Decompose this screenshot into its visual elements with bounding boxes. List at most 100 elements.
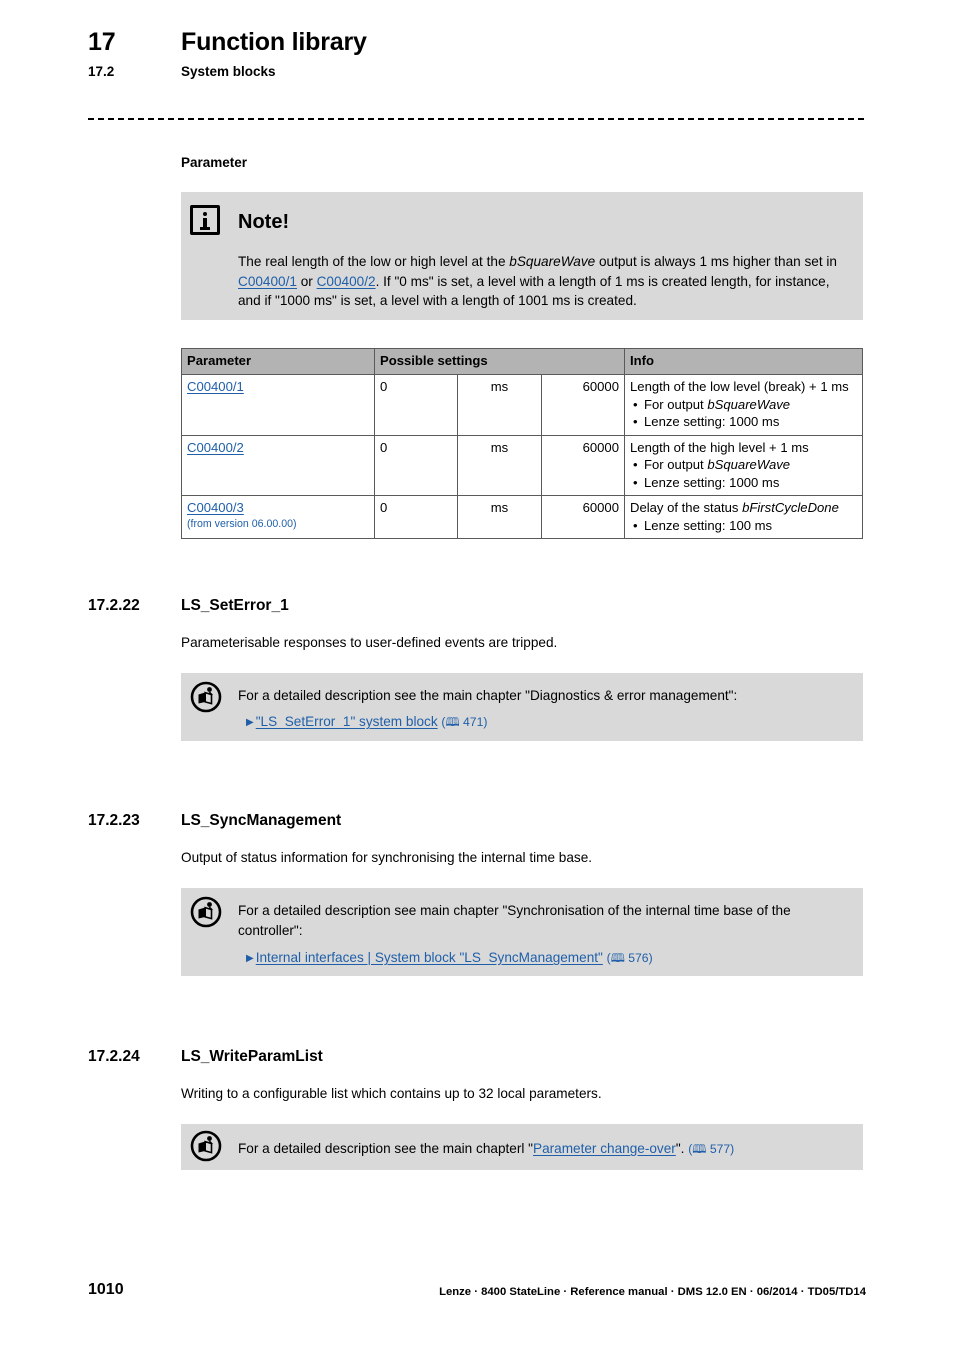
- hint-link[interactable]: Internal interfaces | System block "LS_S…: [256, 950, 603, 965]
- info-bullet-italic: bSquareWave: [707, 396, 791, 412]
- info-title-text: Delay of the status: [630, 500, 743, 515]
- triangle-bullet-icon: ▶: [246, 953, 254, 964]
- section-description: Writing to a configurable list which con…: [181, 1086, 602, 1101]
- hint-text: For a detailed description see the main …: [238, 1139, 734, 1160]
- info-bullet-list: For output bSquareWave Lenze setting: 10…: [630, 396, 857, 431]
- cell-info: Delay of the status bFirstCycleDone Lenz…: [624, 495, 863, 539]
- hint-link-row: ▶ "LS_SetError_1" system block (🕮 471): [246, 712, 487, 733]
- th-info: Info: [624, 348, 863, 375]
- read-documentation-icon: [190, 681, 222, 713]
- hint-link-row: ▶ Internal interfaces | System block "LS_…: [246, 948, 653, 969]
- info-bullet-text: Lenze setting: 1000 ms: [644, 414, 780, 429]
- section-title: System blocks: [181, 64, 276, 79]
- info-bullet-text: Lenze setting: 1000 ms: [644, 474, 780, 490]
- section-number: 17.2.22: [88, 597, 140, 614]
- info-bullet-text: For output: [644, 396, 708, 412]
- page-reference-number: 577: [709, 1142, 731, 1156]
- info-icon: [190, 205, 220, 235]
- hint-link[interactable]: Parameter change-over: [533, 1141, 676, 1156]
- section-description: Output of status information for synchro…: [181, 850, 593, 865]
- cell-unit: ms: [457, 495, 542, 539]
- table-row: C00400/2 0 ms 60000 Length of the high l…: [181, 434, 863, 496]
- info-title: Delay of the status bFirstCycleDone: [630, 499, 857, 517]
- th-parameter: Parameter: [181, 348, 375, 375]
- info-icon-dot: [203, 212, 207, 216]
- cell-info: Length of the low level (break) + 1 ms F…: [624, 374, 863, 436]
- cell-max: 60000: [540, 434, 626, 496]
- section-number: 17.2: [88, 64, 115, 79]
- page-reference[interactable]: (🕮 577): [688, 1142, 734, 1156]
- section-title: LS_SetError_1: [181, 597, 289, 614]
- parameter-heading: Parameter: [181, 155, 248, 170]
- info-bullet-list: Lenze setting: 100 ms: [630, 517, 857, 535]
- table-header-row: Parameter Possible settings Info: [181, 348, 863, 375]
- page-reference-number: 576: [628, 951, 649, 965]
- cell-max: 60000: [540, 374, 626, 436]
- table-row: C00400/1 0 ms 60000 Length of the low le…: [181, 374, 863, 436]
- note-body: The real length of the low or high level…: [238, 252, 846, 311]
- document-page: 17 Function library 17.2 System blocks P…: [0, 0, 954, 1350]
- page-header: 17 Function library 17.2 System blocks: [88, 28, 868, 79]
- section-heading-ls-syncmanagement: 17.2.23 LS_SyncManagement: [88, 812, 341, 830]
- param-link[interactable]: C00400/2: [187, 440, 244, 455]
- info-title: Length of the low level (break) + 1 ms: [630, 379, 849, 394]
- info-bullet: Lenze setting: 1000 ms: [630, 413, 857, 431]
- param-version-note: (from version 06.00.00): [187, 517, 297, 530]
- book-icon: 🕮: [610, 951, 625, 965]
- cell-min: 0: [373, 434, 459, 496]
- note-text-1: The real length of the low or high level…: [238, 254, 510, 269]
- header-divider: [88, 118, 864, 120]
- param-link[interactable]: C00400/3: [187, 500, 244, 515]
- note-link-c00400-2[interactable]: C00400/2: [317, 274, 376, 289]
- info-bullet: Lenze setting: 1000 ms: [630, 474, 857, 492]
- footer-page-number: 1010: [88, 1281, 124, 1298]
- section-heading-ls-writeparamlist: 17.2.24 LS_WriteParamList: [88, 1048, 323, 1066]
- info-bullet-text: For output: [644, 457, 708, 472]
- note-text-3: or: [296, 273, 317, 289]
- info-icon-base: [200, 227, 210, 230]
- book-icon: 🕮: [692, 1142, 707, 1156]
- info-bullet: For output bSquareWave: [630, 396, 857, 414]
- hint-link[interactable]: "LS_SetError_1" system block: [256, 714, 438, 729]
- hint-text-pre: For a detailed description see the main …: [238, 1141, 533, 1156]
- cell-parameter: C00400/2: [181, 434, 375, 496]
- info-bullet: Lenze setting: 100 ms: [630, 517, 857, 535]
- section-heading-ls-seterror-1: 17.2.22 LS_SetError_1: [88, 597, 289, 615]
- triangle-bullet-icon: ▶: [246, 717, 254, 728]
- hint-text: For a detailed description see the main …: [238, 688, 738, 703]
- info-bullet-text: Lenze setting: 100 ms: [644, 517, 773, 533]
- section-number: 17.2.23: [88, 812, 140, 829]
- info-title: Length of the high level + 1 ms: [630, 439, 809, 455]
- th-possible-settings: Possible settings: [374, 348, 625, 375]
- info-bullet-list: For output bSquareWave Lenze setting: 10…: [630, 456, 857, 491]
- chapter-number: 17: [88, 28, 116, 56]
- cell-unit: ms: [457, 374, 542, 436]
- book-icon: 🕮: [445, 715, 460, 729]
- note-title: Note!: [238, 211, 290, 233]
- page-reference[interactable]: (🕮 576): [607, 951, 653, 965]
- cell-min: 0: [373, 495, 459, 539]
- section-description: Parameterisable responses to user-define…: [181, 635, 558, 650]
- param-link[interactable]: C00400/1: [187, 379, 244, 394]
- page-reference-number: 471: [463, 715, 484, 729]
- header-chapter-row: 17 Function library: [88, 28, 868, 57]
- table-row: C00400/3 (from version 06.00.00) 0 ms 60…: [181, 495, 863, 539]
- section-number: 17.2.24: [88, 1048, 140, 1065]
- cell-info: Length of the high level + 1 ms For outp…: [624, 434, 863, 496]
- cell-min: 0: [373, 374, 459, 436]
- info-bullet: For output bSquareWave: [630, 456, 857, 474]
- footer-meta: Lenze · 8400 StateLine · Reference manua…: [439, 1286, 866, 1298]
- chapter-title: Function library: [181, 28, 367, 56]
- info-title-italic: bFirstCycleDone: [742, 500, 839, 515]
- page-reference[interactable]: (🕮 471): [441, 715, 487, 729]
- note-text-2: output is always 1 ms higher than set in: [595, 254, 837, 269]
- cell-parameter: C00400/3 (from version 06.00.00): [181, 495, 375, 539]
- header-section-row: 17.2 System blocks: [88, 64, 868, 79]
- note-link-c00400-1[interactable]: C00400/1: [238, 274, 297, 289]
- section-title: LS_SyncManagement: [181, 812, 342, 829]
- hint-text-post: ".: [675, 1141, 689, 1156]
- read-documentation-icon: [190, 1130, 222, 1162]
- cell-unit: ms: [457, 434, 542, 496]
- read-documentation-icon: [190, 896, 222, 928]
- hint-text: For a detailed description see main chap…: [238, 903, 791, 938]
